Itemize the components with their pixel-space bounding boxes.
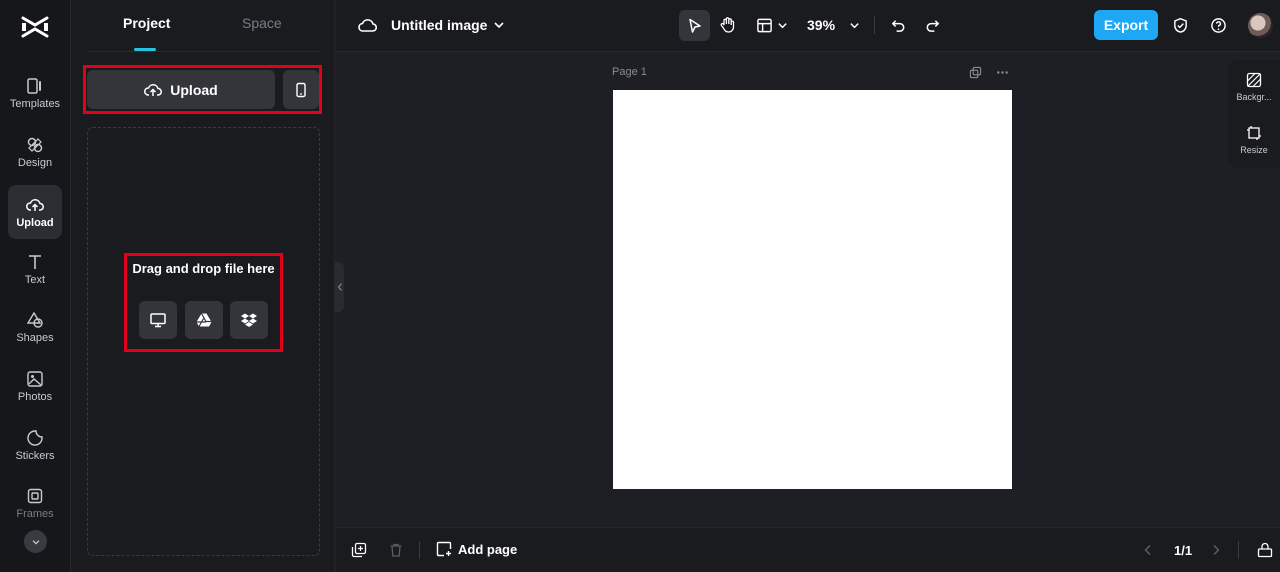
redo-icon[interactable] [922, 15, 942, 35]
user-avatar[interactable] [1248, 13, 1273, 38]
tab-active-indicator [134, 48, 156, 51]
layout-tool-icon[interactable] [754, 15, 774, 35]
rail-item-label: Upload [16, 216, 54, 229]
add-page-label: Add page [458, 541, 518, 557]
select-pointer-tool-icon[interactable] [679, 10, 710, 41]
duplicate-page-icon[interactable] [968, 65, 982, 79]
add-page-icon [436, 541, 452, 557]
toolbar-divider [874, 16, 875, 34]
design-icon [27, 137, 43, 152]
mobile-phone-icon [296, 82, 306, 97]
rail-item-photos[interactable]: Photos [8, 359, 62, 413]
rail-item-label: Text [24, 273, 46, 286]
background-tool-button[interactable]: Backgr... [1228, 64, 1280, 110]
stickers-icon [27, 429, 43, 446]
rail-item-label: Templates [9, 97, 61, 110]
tab-project[interactable]: Project [123, 15, 170, 31]
dropbox-icon [241, 313, 257, 327]
export-button[interactable]: Export [1094, 10, 1158, 40]
page-counter: 1/1 [1174, 543, 1193, 558]
chevron-down-icon [32, 539, 39, 545]
zoom-dropdown-chevron-down-icon[interactable] [847, 18, 861, 32]
tab-space[interactable]: Space [242, 15, 282, 31]
page-more-options-icon[interactable] [995, 65, 1009, 79]
bottom-bar: Add page 1/1 [336, 527, 1280, 572]
top-bar: Untitled image 39% Export [336, 0, 1280, 52]
zoom-level[interactable]: 39% [807, 17, 835, 33]
add-to-page-icon[interactable] [351, 542, 367, 558]
bottom-divider-right [1238, 541, 1239, 559]
upload-cloud-icon [26, 198, 44, 211]
capcut-logo-icon[interactable] [20, 14, 50, 40]
shapes-icon [26, 311, 43, 328]
upload-cloud-icon [144, 83, 163, 96]
rail-item-frames[interactable]: Frames [8, 476, 62, 530]
rail-item-label: Stickers [15, 449, 55, 462]
rail-item-label: Shapes [16, 331, 54, 344]
background-icon [1246, 72, 1262, 88]
layout-dropdown-chevron-down-icon[interactable] [776, 18, 788, 32]
document-title[interactable]: Untitled image [391, 17, 487, 33]
rail-item-text[interactable]: Text [8, 242, 62, 296]
upload-from-computer-button[interactable] [139, 301, 177, 339]
add-page-button[interactable]: Add page [436, 541, 517, 557]
upload-panel: Project Space Upload Drag and drop file … [71, 0, 335, 572]
rail-item-upload[interactable]: Upload [8, 185, 62, 239]
dropzone-text: Drag and drop file here [132, 261, 275, 276]
templates-icon [27, 77, 41, 94]
undo-icon[interactable] [888, 15, 908, 35]
computer-icon [150, 313, 166, 328]
delete-page-trash-icon[interactable] [388, 542, 404, 558]
rail-item-templates[interactable]: Templates [8, 66, 62, 120]
rail-item-label: Photos [17, 390, 53, 403]
cloud-sync-icon[interactable] [356, 15, 378, 37]
rail-item-label: Frames [16, 507, 54, 520]
upload-from-dropbox-button[interactable] [230, 301, 268, 339]
next-page-chevron-right-icon[interactable] [1208, 542, 1224, 558]
side-tool-label: Resize [1240, 145, 1268, 155]
previous-page-chevron-left-icon[interactable] [1140, 542, 1156, 558]
chevron-left-icon [337, 283, 342, 291]
resize-tool-button[interactable]: Resize [1228, 117, 1280, 163]
photos-icon [27, 370, 43, 387]
title-dropdown-chevron-down-icon[interactable] [491, 17, 507, 33]
resize-icon [1247, 126, 1261, 140]
bottom-divider [419, 541, 420, 559]
frames-icon [27, 488, 43, 503]
rail-item-shapes[interactable]: Shapes [8, 300, 62, 354]
rail-item-stickers[interactable]: Stickers [8, 418, 62, 472]
text-icon [29, 254, 41, 269]
help-icon[interactable] [1208, 15, 1228, 35]
page-panel-toggle-icon[interactable] [1257, 542, 1273, 558]
google-drive-icon [196, 313, 212, 327]
panel-tabs: Project Space [87, 0, 319, 52]
rail-more-button[interactable] [24, 530, 47, 553]
upload-button[interactable]: Upload [87, 70, 275, 109]
canvas-side-tools: Backgr... Resize [1228, 60, 1280, 168]
left-rail: Templates Design Upload Text Shapes Phot… [0, 0, 71, 572]
hand-pan-tool-icon[interactable] [717, 14, 739, 36]
upload-from-google-drive-button[interactable] [185, 301, 223, 339]
design-canvas[interactable] [613, 90, 1012, 489]
rail-item-label: Design [17, 156, 53, 169]
upload-button-label: Upload [170, 81, 218, 98]
rail-item-design[interactable]: Design [8, 125, 62, 179]
page-label: Page 1 [612, 66, 647, 78]
upload-from-phone-button[interactable] [283, 70, 319, 109]
shield-icon[interactable] [1170, 15, 1190, 35]
panel-collapse-handle[interactable] [335, 262, 344, 312]
side-tool-label: Backgr... [1236, 92, 1272, 102]
